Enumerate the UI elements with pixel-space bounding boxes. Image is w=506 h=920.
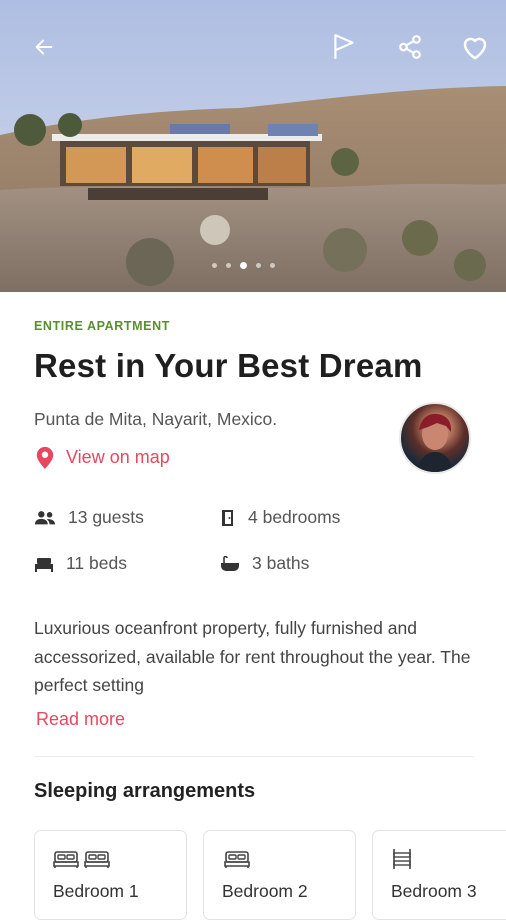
report-button[interactable] — [325, 28, 363, 66]
listing-location: Punta de Mita, Nayarit, Mexico. — [34, 409, 278, 429]
bathtub-icon — [221, 555, 239, 571]
bedroom-label: Bedroom 2 — [222, 881, 308, 901]
carousel-indicator — [212, 262, 275, 269]
feature-beds: 11 beds — [34, 553, 127, 574]
carousel-dot[interactable] — [226, 263, 231, 268]
bedroom-card[interactable]: Bedroom 2 — [203, 830, 356, 920]
carousel-dot-active[interactable] — [240, 262, 247, 269]
bunk-bed-icon — [393, 849, 411, 869]
double-bed-icon — [224, 851, 250, 868]
carousel-dot[interactable] — [256, 263, 261, 268]
listing-title: Rest in Your Best Dream — [34, 347, 423, 384]
host-photo — [417, 413, 453, 472]
bedroom-card[interactable]: Bedroom 1 — [34, 830, 187, 920]
double-bed-icon — [84, 851, 110, 868]
feature-guests: 13 guests — [34, 507, 144, 528]
hero-photo[interactable] — [0, 0, 506, 292]
guests-icon — [34, 510, 56, 524]
bedroom-label: Bedroom 1 — [53, 881, 139, 901]
view-on-map-label: View on map — [66, 446, 170, 467]
guests-count: 13 guests — [68, 507, 144, 527]
view-on-map-link[interactable]: View on map — [34, 444, 170, 470]
favorite-button[interactable] — [456, 28, 494, 66]
sleeping-arrangements-title: Sleeping arrangements — [34, 780, 256, 802]
bedrooms-count: 4 bedrooms — [248, 507, 341, 527]
bed-icon — [35, 557, 53, 572]
sleeping-cards: Bedroom 1 Bedroom 2 Bedroom 3 — [34, 830, 506, 920]
hero-image — [0, 0, 506, 292]
carousel-dot[interactable] — [212, 263, 217, 268]
beds-count: 11 beds — [66, 553, 127, 573]
feature-bedrooms: 4 bedrooms — [220, 507, 340, 528]
door-icon — [222, 509, 233, 526]
heart-icon — [463, 37, 487, 60]
host-avatar[interactable] — [399, 402, 471, 474]
map-pin-icon — [36, 446, 54, 469]
listing-description: Luxurious oceanfront property, fully fur… — [34, 618, 471, 695]
section-divider — [34, 756, 474, 757]
bedroom-label: Bedroom 3 — [391, 881, 477, 901]
flag-icon — [334, 34, 354, 59]
read-more-link[interactable]: Read more — [36, 709, 125, 730]
arrow-left-icon — [35, 39, 53, 55]
carousel-dot[interactable] — [270, 263, 275, 268]
baths-count: 3 baths — [252, 553, 310, 573]
share-button[interactable] — [391, 28, 429, 66]
bedroom-card[interactable]: Bedroom 3 — [372, 830, 506, 920]
listing-type-label: ENTIRE APARTMENT — [34, 319, 170, 333]
double-bed-icon — [53, 851, 79, 868]
feature-baths: 3 baths — [220, 553, 309, 574]
share-icon — [399, 35, 421, 59]
back-button[interactable] — [25, 28, 63, 66]
